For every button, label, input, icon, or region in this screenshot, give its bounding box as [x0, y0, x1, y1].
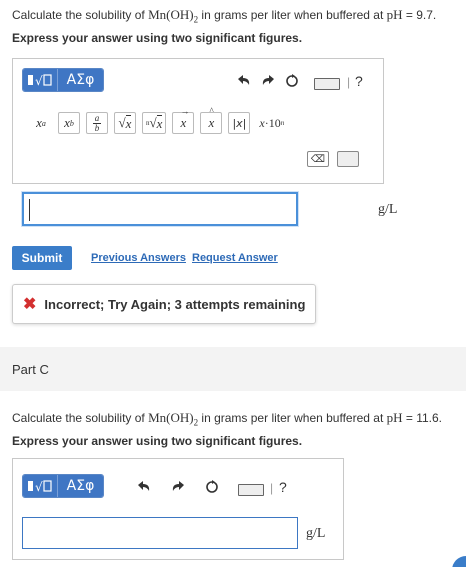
partb-unit: g/L	[378, 202, 398, 217]
toolbar-separator: |	[347, 75, 351, 89]
partc-redo-icon[interactable]	[168, 476, 188, 496]
partc-toolbar-separator: |	[270, 481, 274, 495]
sqrt-template[interactable]: √ x	[114, 112, 136, 134]
request-answer-link[interactable]: Request Answer	[192, 252, 278, 264]
previous-answers-link[interactable]: Previous Answers	[91, 252, 186, 264]
vector-template[interactable]: → x	[172, 106, 195, 134]
text-caret	[29, 199, 30, 221]
help-launcher-button[interactable]	[452, 556, 466, 567]
greek-button[interactable]: ΑΣφ	[57, 69, 103, 91]
partb-help-icon[interactable]: ?	[355, 73, 363, 89]
undo-icon[interactable]	[234, 70, 254, 90]
partb-template-buttons: √ ΑΣφ	[22, 68, 104, 92]
redo-icon[interactable]	[258, 70, 278, 90]
keyboard-icon[interactable]	[314, 78, 340, 90]
partc-undo-icon[interactable]	[134, 476, 154, 496]
partb-instruction: Express your answer using two significan…	[12, 31, 303, 45]
partc-templates-button[interactable]: √	[23, 475, 57, 497]
templates-button[interactable]: √	[23, 69, 57, 91]
sci-notation-template[interactable]: x ·10 n	[256, 112, 288, 134]
submit-button[interactable]: Submit	[12, 246, 72, 270]
partc-help-icon[interactable]: ?	[279, 479, 287, 495]
feedback-message: ✖ Incorrect; Try Again; 3 attempts remai…	[12, 284, 316, 324]
partc-template-buttons: √ ΑΣφ	[22, 474, 104, 498]
partc-toolbar: √ ΑΣφ	[22, 474, 104, 498]
keypad-icon[interactable]	[337, 151, 359, 167]
partc-question: Calculate the solubility of Mn(OH)2 in g…	[12, 410, 442, 428]
partc-header[interactable]	[0, 347, 466, 391]
partc-keyboard-icon[interactable]	[238, 484, 264, 496]
partc-greek-button[interactable]: ΑΣφ	[57, 475, 103, 497]
partb-template-row: xa xb ab √ x n √ x → x ^ x | x | x ·10 n	[30, 106, 293, 134]
abs-template[interactable]: | x |	[228, 112, 251, 134]
partc-reset-icon[interactable]	[202, 476, 222, 496]
partb-question: Calculate the solubility of Mn(OH)2 in g…	[12, 7, 437, 25]
partc-answer-input[interactable]	[22, 517, 298, 549]
fraction-template[interactable]: ab	[86, 112, 108, 134]
partc-templates-icon: √	[28, 480, 52, 494]
partc-label[interactable]: Part C	[12, 362, 49, 377]
svg-text:√: √	[35, 74, 43, 88]
partb-toolbar: √ ΑΣφ	[22, 68, 104, 92]
clear-icon[interactable]: ⌫	[307, 151, 329, 167]
partb-answer-input[interactable]	[22, 192, 298, 226]
error-icon: ✖	[23, 296, 37, 313]
templates-icon: √	[28, 74, 52, 88]
superscript-template[interactable]: xa	[30, 112, 52, 134]
svg-text:√: √	[35, 480, 43, 494]
hat-template[interactable]: ^ x	[200, 106, 223, 134]
partc-unit: g/L	[306, 526, 326, 541]
subscript-template[interactable]: xb	[58, 112, 80, 134]
reset-icon[interactable]	[282, 70, 302, 90]
partc-instruction: Express your answer using two significan…	[12, 434, 303, 448]
nthroot-template[interactable]: n √ x	[142, 112, 167, 134]
